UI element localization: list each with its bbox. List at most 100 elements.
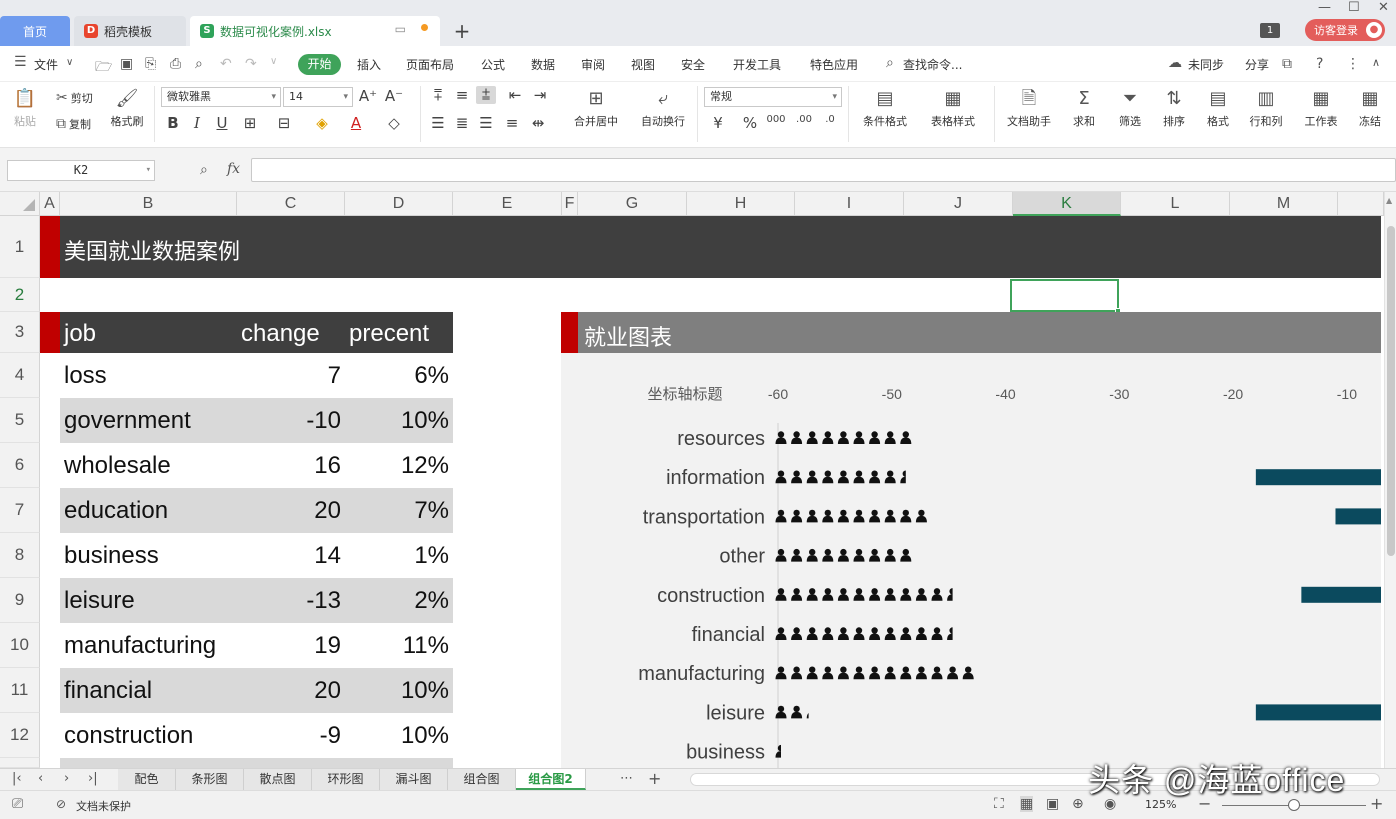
border-icon[interactable]: ⊞ [240,114,260,132]
menu-review[interactable]: 审阅 [581,56,605,73]
column-header-b[interactable]: B [60,192,237,216]
cell-area[interactable]: 美国就业数据案例 job change precent loss 7 6% gover… [40,216,1384,768]
column-header-f[interactable]: F [562,192,578,216]
align-center-icon[interactable]: ≣ [452,114,472,132]
thousands-icon[interactable]: 000 [766,114,786,125]
row-header-8[interactable]: 8 [0,533,40,578]
first-sheet-icon[interactable]: |‹ [12,771,22,786]
table-row[interactable]: construction -9 10% [60,713,453,758]
page-break-view-icon[interactable]: ▣ [1046,796,1059,812]
font-color-icon[interactable]: A [346,114,366,132]
row-header-4[interactable]: 4 [0,353,40,398]
sheet-tab[interactable]: 环形图 [312,769,380,790]
column-header-a[interactable]: A [40,192,60,216]
outdent-icon[interactable]: ⇤ [505,86,525,104]
table-style-button[interactable]: ▦ 表格样式 [922,88,984,129]
wrap-text-button[interactable]: ⤶ 自动换行 [636,88,690,129]
row-header-10[interactable]: 10 [0,623,40,668]
person-icon-bar[interactable] [775,509,927,523]
indent-icon[interactable]: ⇥ [530,86,550,104]
more-chevron-icon[interactable]: ∨ [270,56,277,67]
spreadsheet-grid[interactable]: ABCDEFGHIJKLM 1 2 3 4 5 6 7 8 9 10 11 12 美国就业数据案例 j… [0,192,1384,768]
merge-center-button[interactable]: ⊞ 合并居中 [566,88,626,129]
zoom-in-icon[interactable]: + [1370,794,1383,813]
freeze-button[interactable]: ▦ 冻结 [1352,88,1388,129]
table-row[interactable]: business 14 1% [60,533,453,578]
sheet-tab[interactable]: 组合图 [448,769,516,790]
row-header-12[interactable]: 12 [0,713,40,758]
table-row[interactable]: education 20 7% [60,488,453,533]
person-icon-bar[interactable] [775,470,912,484]
decrease-decimal-icon[interactable]: .0 [820,114,840,125]
doc-helper-button[interactable]: 🗎 文档助手 [1002,88,1056,129]
table-row[interactable]: loss 7 6% [60,353,453,398]
column-header-g[interactable]: G [578,192,687,216]
column-header-d[interactable]: D [345,192,453,216]
row-header-partial[interactable] [0,758,40,768]
row-header-5[interactable]: 5 [0,398,40,443]
chevron-down-icon[interactable]: ∨ [66,57,73,68]
minimize-icon[interactable]: — [1318,0,1331,15]
table-row[interactable]: government -10 10% [60,398,453,443]
open-folder-icon[interactable]: 🗁 [95,56,112,80]
new-tab-button[interactable]: + [450,16,474,46]
tab-home[interactable]: 首页 [0,16,70,46]
cell-merge-icon[interactable]: ⊟ [274,114,294,132]
paste-button[interactable]: 📋 粘贴 [8,88,42,129]
menu-security[interactable]: 安全 [681,56,705,73]
column-header-partial[interactable] [1338,192,1384,216]
maximize-icon[interactable]: ☐ [1348,0,1360,15]
macro-icon[interactable]: ⎚ [12,796,23,812]
menu-view[interactable]: 视图 [631,56,655,73]
table-row[interactable]: financial 20 10% [60,668,453,713]
align-left-icon[interactable]: ☰ [428,114,448,132]
close-icon[interactable]: ✕ [1378,0,1389,15]
menu-developer[interactable]: 开发工具 [733,56,781,73]
person-icon-bar[interactable] [775,705,818,719]
export-icon[interactable]: ⎘ [145,56,156,72]
next-sheet-icon[interactable]: › [64,771,69,786]
prev-sheet-icon[interactable]: ‹ [38,771,43,786]
person-icon-bar[interactable] [775,627,959,640]
command-search[interactable]: 查找命令... [903,56,962,73]
tab-file[interactable]: S 数据可视化案例.xlsx ▭ [190,16,440,46]
row-header-7[interactable]: 7 [0,488,40,533]
sync-status[interactable]: 未同步 [1188,56,1224,73]
align-right-icon[interactable]: ☰ [476,114,496,132]
more-sheets-icon[interactable]: ⋯ [620,771,633,786]
format-painter-button[interactable]: 🖌 格式刷 [107,88,147,129]
normal-view-icon[interactable]: ▦ [1020,796,1034,812]
filter-button[interactable]: ⏷ 筛选 [1110,88,1150,129]
percent-icon[interactable]: % [740,114,760,132]
increase-font-icon[interactable]: A⁺ [358,87,378,105]
visitor-login-button[interactable]: 访客登录 ● [1305,19,1385,41]
align-bottom-icon[interactable]: ⩲ [476,86,496,104]
tab-template[interactable]: D 稻壳模板 [74,16,186,46]
font-name-select[interactable]: 微软雅黑 [161,87,281,107]
collapse-ribbon-icon[interactable]: ∧ [1372,56,1380,69]
menu-data[interactable]: 数据 [531,56,555,73]
italic-icon[interactable]: I [187,114,207,132]
collaborate-icon[interactable]: ⧉ [1282,56,1292,72]
sum-button[interactable]: Σ 求和 [1064,88,1104,129]
font-size-select[interactable]: 14 [283,87,353,107]
column-header-m[interactable]: M [1230,192,1338,216]
fill-color-icon[interactable]: ◈ [312,114,332,132]
column-header-c[interactable]: C [237,192,345,216]
column-header-h[interactable]: H [687,192,795,216]
distribute-icon[interactable]: ⇹ [528,114,548,132]
align-top-icon[interactable]: ⩱ [428,86,448,104]
add-sheet-icon[interactable]: + [648,769,661,788]
vertical-scrollbar[interactable]: ▲ [1384,192,1396,768]
save-icon[interactable]: ▣ [120,56,133,72]
align-middle-icon[interactable]: ≡ [452,86,472,104]
table-row[interactable]: manufacturing 19 11% [60,623,453,668]
more-icon[interactable]: ⋮ [1346,56,1360,72]
name-box[interactable]: K2 ▾ [7,160,155,181]
monitor-icon[interactable]: ▭ [395,22,406,36]
menu-page-layout[interactable]: 页面布局 [406,56,454,73]
worksheet-button[interactable]: ▦ 工作表 [1298,88,1344,129]
formula-input[interactable] [251,158,1396,182]
number-format-select[interactable]: 常规 [704,87,842,107]
justify-icon[interactable]: ≡ [502,114,522,132]
